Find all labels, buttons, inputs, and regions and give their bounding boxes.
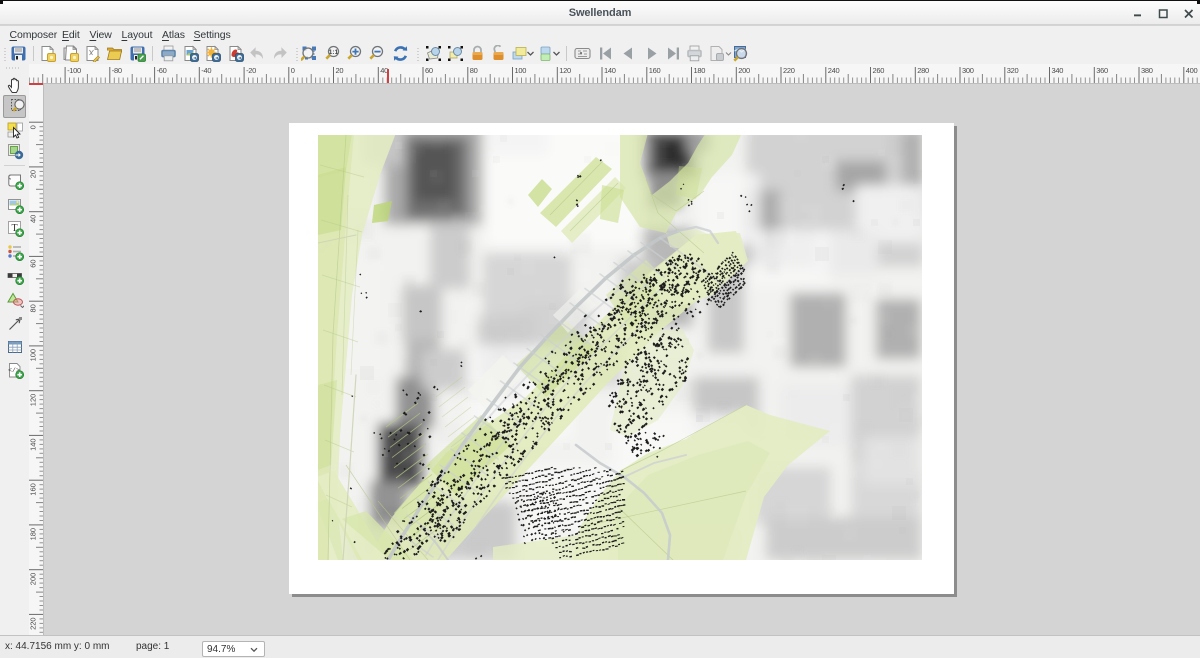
- svg-text:100: 100: [515, 66, 527, 75]
- svg-text:300: 300: [962, 66, 974, 75]
- svg-text:200: 200: [738, 66, 750, 75]
- svg-text:200: 200: [29, 573, 38, 586]
- svg-text:360: 360: [1096, 66, 1108, 75]
- svg-text:80: 80: [470, 66, 478, 75]
- svg-text:60: 60: [29, 259, 38, 267]
- svg-text:120: 120: [29, 394, 38, 407]
- svg-text:180: 180: [29, 528, 38, 541]
- svg-text:380: 380: [1141, 66, 1153, 75]
- svg-text:320: 320: [1007, 66, 1019, 75]
- svg-text:280: 280: [917, 66, 929, 75]
- svg-text:0: 0: [29, 125, 38, 129]
- svg-text:140: 140: [29, 438, 38, 451]
- svg-text:260: 260: [873, 66, 885, 75]
- svg-text:60: 60: [425, 66, 433, 75]
- svg-text:1:1: 1:1: [328, 49, 338, 56]
- svg-text:160: 160: [649, 66, 661, 75]
- svg-text:80: 80: [29, 304, 38, 312]
- svg-text:-100: -100: [67, 66, 81, 75]
- svg-text:180: 180: [694, 66, 706, 75]
- svg-text:-40: -40: [201, 66, 211, 75]
- svg-text:120: 120: [559, 66, 571, 75]
- svg-text:20: 20: [336, 66, 344, 75]
- svg-text:400: 400: [1186, 66, 1198, 75]
- svg-text:-60: -60: [157, 66, 167, 75]
- svg-text:220: 220: [29, 617, 38, 630]
- svg-text:-80: -80: [112, 66, 122, 75]
- svg-text:220: 220: [783, 66, 795, 75]
- svg-text:40: 40: [29, 215, 38, 223]
- svg-text:340: 340: [1052, 66, 1064, 75]
- svg-text:240: 240: [828, 66, 840, 75]
- svg-text:160: 160: [29, 483, 38, 496]
- svg-text:20: 20: [29, 170, 38, 178]
- svg-text:0: 0: [291, 66, 295, 75]
- svg-text:40: 40: [380, 66, 388, 75]
- svg-text:-20: -20: [246, 66, 256, 75]
- svg-text:140: 140: [604, 66, 616, 75]
- svg-text:100: 100: [29, 349, 38, 362]
